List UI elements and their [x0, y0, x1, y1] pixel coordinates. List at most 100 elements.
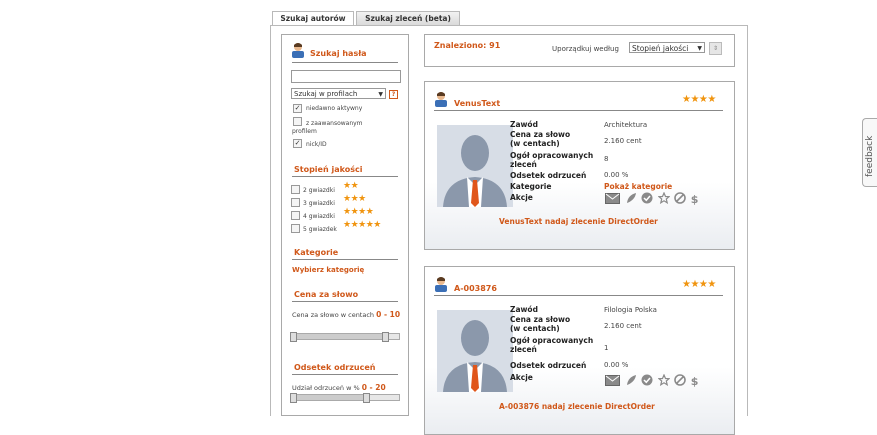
sort-value: Stopień jakości: [632, 44, 689, 53]
category-label: Kategorie: [510, 182, 552, 191]
star-icons: ★★★★★: [343, 220, 381, 230]
chevron-down-icon: ▼: [378, 91, 383, 98]
rejection-filter-label: Udział odrzuceń w % 0 - 20: [292, 383, 386, 392]
author-name[interactable]: VenusText: [454, 99, 500, 108]
divider: [292, 259, 398, 260]
price-title: Cena za słowo: [294, 290, 359, 299]
rejection-label: Udział odrzuceń w %: [292, 384, 360, 392]
price-range: 0 - 10: [376, 310, 401, 319]
category-title: Kategorie: [294, 248, 339, 257]
sort-direction-icon[interactable]: ⇕: [709, 42, 722, 55]
checkbox-recently-active[interactable]: ✓: [293, 104, 302, 113]
avatar: [437, 125, 513, 207]
author-name[interactable]: A-003876: [454, 284, 497, 293]
checkbox-3-stars[interactable]: [291, 198, 300, 207]
slider-fill: [291, 334, 385, 339]
checkbox-label: nick/ID: [306, 141, 327, 148]
divider: [292, 62, 398, 63]
mail-icon[interactable]: [605, 192, 620, 206]
price-filter-label: Cena za słowo w centach 0 - 10: [292, 309, 404, 321]
search-scope-value: Szukaj w profilach: [294, 90, 358, 98]
check-icon[interactable]: [641, 374, 653, 388]
direct-order-link[interactable]: VenusText nadaj zlecenie DirectOrder: [499, 217, 658, 226]
actions-label: Akcje: [510, 373, 533, 382]
rejections-label: Odsetek odrzuceń: [510, 361, 587, 370]
feedback-tab[interactable]: feedback: [862, 118, 877, 187]
quality-label: 4 gwiazdki: [303, 213, 335, 220]
slider-handle-min[interactable]: [290, 393, 297, 403]
action-icons: $: [605, 373, 715, 388]
orders-label: Ogół opracowanych zleceń: [510, 151, 594, 169]
price-label: Cena za słowo (w centach): [510, 315, 571, 333]
slider-handle-min[interactable]: [290, 332, 297, 342]
checkbox-4-stars[interactable]: [291, 211, 300, 220]
check-icon[interactable]: [641, 192, 653, 206]
feather-icon[interactable]: [625, 192, 637, 206]
occupation-value: Filologia Polska: [604, 306, 657, 314]
divider: [434, 295, 723, 296]
feather-icon[interactable]: [625, 374, 637, 388]
feedback-label: feedback: [865, 135, 875, 177]
rejection-slider[interactable]: [290, 393, 400, 403]
divider: [434, 110, 723, 111]
rejection-title: Odsetek odrzuceń: [294, 363, 376, 372]
occupation-label: Zawód: [510, 120, 538, 129]
divider: [292, 301, 398, 302]
rejections-value: 0.00 %: [604, 171, 629, 179]
price-value: 2.160 cent: [604, 322, 642, 330]
rejections-label: Odsetek odrzuceń: [510, 171, 587, 180]
search-scope-select[interactable]: Szukaj w profilach ▼: [291, 88, 386, 99]
quality-label: 5 gwiazdek: [303, 226, 337, 233]
dollar-icon[interactable]: $: [691, 375, 699, 388]
price-label: Cena za słowo w centach: [292, 311, 375, 319]
slider-handle-max[interactable]: [382, 332, 389, 342]
orders-value: 1: [604, 344, 609, 352]
show-categories-link[interactable]: Pokaż kategorie: [604, 182, 672, 191]
actions-label: Akcje: [510, 193, 533, 202]
checkbox-nick-id[interactable]: ✓: [293, 139, 302, 148]
quality-label: 2 gwiazdki: [303, 187, 335, 194]
checkbox-label: z zaawansowanym profilem: [292, 120, 363, 135]
user-icon: [435, 92, 447, 107]
rejections-value: 0.00 %: [604, 361, 629, 369]
tab-search-orders[interactable]: Szukaj zleceń (beta): [356, 11, 460, 25]
search-title: Szukaj hasła: [310, 49, 367, 58]
quality-title: Stopień jakości: [294, 165, 363, 174]
author-card: VenusText ★★★★ Zawód Architektura Cena z…: [424, 81, 735, 250]
slider-fill: [291, 395, 365, 400]
mail-icon[interactable]: [605, 374, 620, 388]
divider: [292, 176, 398, 177]
block-icon[interactable]: [674, 192, 686, 206]
action-icons: $: [605, 191, 715, 206]
help-icon[interactable]: ?: [389, 90, 398, 99]
star-outline-icon[interactable]: [657, 191, 671, 206]
price-value: 2.160 cent: [604, 137, 642, 145]
price-slider[interactable]: [290, 332, 400, 342]
tab-search-authors[interactable]: Szukaj autorów: [272, 11, 354, 26]
filter-sidebar: Szukaj hasła Szukaj w profilach ▼ ? ✓ ni…: [281, 34, 409, 416]
choose-category-link[interactable]: Wybierz kategorię: [292, 266, 364, 274]
user-icon: [435, 277, 447, 292]
checkbox-label: niedawno aktywny: [306, 105, 363, 112]
search-input[interactable]: [291, 70, 401, 83]
avatar: [437, 310, 513, 392]
star-icons: ★★★★: [682, 94, 716, 105]
slider-handle-max[interactable]: [363, 393, 370, 403]
sort-label: Uporządkuj według: [552, 45, 619, 53]
rejection-range: 0 - 20: [361, 383, 386, 392]
checkbox-5-stars[interactable]: [291, 224, 300, 233]
checkbox-2-stars[interactable]: [291, 185, 300, 194]
quality-label: 3 gwiazdki: [303, 200, 335, 207]
occupation-label: Zawód: [510, 305, 538, 314]
author-card: A-003876 ★★★★ Zawód Filologia Polska Cen…: [424, 266, 735, 435]
results-bar: Znaleziono: 91 Uporządkuj według Stopień…: [424, 34, 735, 67]
star-icons: ★★: [343, 181, 359, 191]
dollar-icon[interactable]: $: [691, 193, 699, 206]
sort-select[interactable]: Stopień jakości ▼: [629, 42, 705, 53]
star-outline-icon[interactable]: [657, 373, 671, 388]
user-icon: [292, 43, 304, 58]
star-icons: ★★★★: [682, 279, 716, 290]
block-icon[interactable]: [674, 374, 686, 388]
occupation-value: Architektura: [604, 121, 648, 129]
divider: [292, 374, 398, 375]
